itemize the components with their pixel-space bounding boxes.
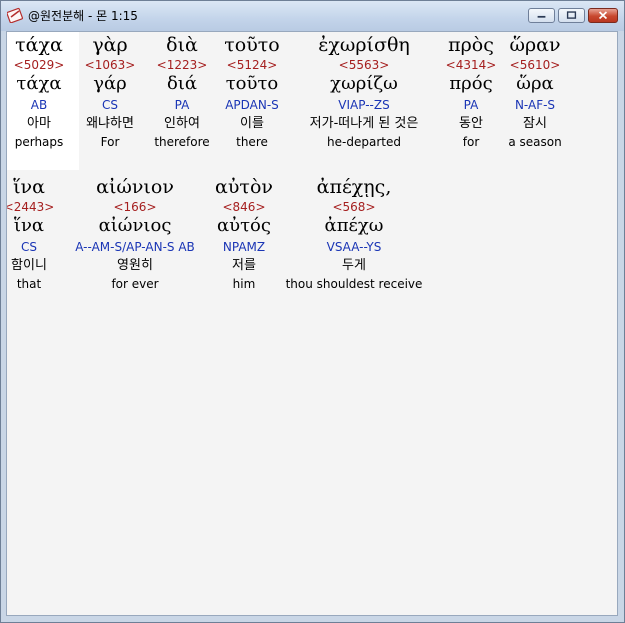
minimize-button[interactable]: [528, 8, 555, 23]
english-gloss: for ever: [111, 277, 159, 291]
greek-word: ὥραν: [509, 34, 561, 56]
app-logo-icon: [7, 7, 23, 23]
korean-gloss: 영원히: [117, 258, 153, 273]
lemma: ἀπέχω: [324, 215, 384, 236]
maximize-button[interactable]: [558, 8, 585, 23]
morphology-code: A--AM-S/AP-AN-S AB: [75, 240, 195, 254]
interlinear-panel: τάχα <5029> τάχα AB 아마 perhaps γὰρ <1063…: [6, 31, 618, 616]
word-column[interactable]: ἀπέχῃς, <568> ἀπέχω VSAA--YS 두게 thou sho…: [274, 174, 434, 304]
word-column[interactable]: ὥραν <5610> ὥρα N-AF-S 잠시 a season: [480, 32, 590, 162]
greek-word: ἀπέχῃς,: [316, 176, 392, 198]
lemma: ὥρα: [516, 73, 554, 94]
english-gloss: thou shouldest receive: [285, 277, 423, 291]
window-title: @원전분해 - 몬 1:15: [28, 9, 138, 23]
korean-gloss: 두게: [342, 258, 366, 273]
strong-number: <166>: [113, 200, 157, 214]
morphology-code: VSAA--YS: [326, 240, 382, 254]
strong-number: <568>: [332, 200, 376, 214]
korean-gloss: 잠시: [523, 116, 547, 131]
strong-number: <5610>: [509, 58, 561, 72]
close-icon: [598, 11, 608, 20]
close-button[interactable]: [588, 8, 618, 23]
lemma: αἰώνιος: [98, 215, 172, 236]
maximize-icon: [566, 11, 577, 19]
word-column[interactable]: αἰώνιον <166> αἰώνιος A--AM-S/AP-AN-S AB…: [65, 174, 205, 304]
english-gloss: a season: [508, 135, 562, 149]
greek-word: αἰώνιον: [96, 176, 174, 198]
app-window: @원전분해 - 몬 1:15 τάχα <5029> τάχα AB 아마 pe…: [0, 0, 625, 623]
morphology-code: N-AF-S: [514, 98, 556, 112]
minimize-icon: [537, 15, 546, 18]
title-bar[interactable]: @원전분해 - 몬 1:15: [1, 1, 624, 31]
